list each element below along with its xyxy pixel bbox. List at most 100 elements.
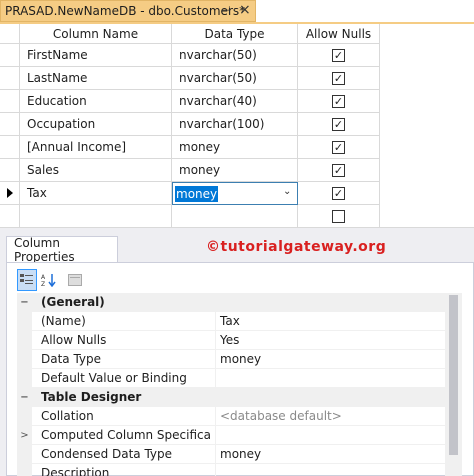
property-name: Table Designer [41, 390, 142, 404]
property-category[interactable]: − Table Designer [17, 388, 445, 407]
property-row[interactable]: Description [17, 464, 445, 476]
table-row[interactable]: LastName nvarchar(50) ✓ [0, 67, 380, 90]
row-selector[interactable] [0, 44, 20, 67]
row-selector[interactable] [0, 113, 20, 136]
property-grid: AZ − (General) (Name) Tax Allow Nulls Yes Data… [6, 262, 474, 476]
row-selector[interactable] [0, 90, 20, 113]
allow-nulls-checkbox[interactable]: ✓ [332, 95, 345, 108]
grid-empty-area [380, 24, 474, 227]
allow-nulls-checkbox[interactable]: ✓ [332, 72, 345, 85]
property-name: Computed Column Specificatio [41, 428, 211, 442]
column-grid: Column Name Data Type Allow Nulls FirstN… [0, 24, 380, 228]
categorized-icon[interactable] [17, 269, 37, 291]
property-gutter [17, 350, 32, 369]
property-gutter [17, 464, 32, 476]
expander-icon[interactable]: − [17, 293, 32, 312]
property-value[interactable]: Tax [215, 312, 445, 331]
property-name: Description [41, 466, 110, 476]
table-row[interactable]: Sales money ✓ [0, 159, 380, 182]
property-pages-icon [65, 269, 85, 291]
expander-icon[interactable]: − [17, 388, 32, 407]
allow-nulls-checkbox[interactable]: ✓ [332, 49, 345, 62]
table-row[interactable]: Occupation nvarchar(100) ✓ [0, 113, 380, 136]
row-selector-header [0, 24, 20, 44]
data-type-cell[interactable]: nvarchar(100) [172, 113, 298, 136]
table-row[interactable]: [Annual Income] money ✓ [0, 136, 380, 159]
property-name: Collation [41, 409, 94, 423]
property-name: Allow Nulls [41, 333, 107, 347]
scrollbar-thumb[interactable] [449, 295, 458, 455]
column-name-cell[interactable]: Occupation [20, 113, 172, 136]
data-type-cell[interactable]: nvarchar(50) [172, 44, 298, 67]
property-value[interactable]: <database default> [215, 407, 445, 426]
column-properties-panel: Column Properties ©tutorialgateway.org A… [0, 228, 474, 476]
row-selector[interactable] [0, 136, 20, 159]
allow-nulls-checkbox[interactable]: ✓ [332, 141, 345, 154]
data-type-cell[interactable]: nvarchar(50) [172, 67, 298, 90]
svg-text:A: A [41, 274, 46, 281]
row-selector[interactable] [0, 205, 20, 228]
column-name-cell[interactable]: FirstName [20, 44, 172, 67]
data-type-header: Data Type [172, 24, 298, 44]
property-value[interactable]: money [215, 350, 445, 369]
property-row[interactable]: (Name) Tax [17, 312, 445, 331]
row-selector[interactable] [0, 67, 20, 90]
table-row[interactable]: FirstName nvarchar(50) ✓ [0, 44, 380, 67]
current-row-arrow-icon [7, 188, 13, 198]
document-tab-strip: PRASAD.NewNameDB - dbo.Customers* ⊣ × [0, 0, 474, 22]
property-row[interactable]: Default Value or Binding [17, 369, 445, 388]
row-selector[interactable] [0, 182, 20, 205]
property-scrollbar[interactable] [445, 293, 462, 476]
allow-nulls-checkbox[interactable]: ✓ [332, 187, 345, 200]
allow-nulls-checkbox[interactable] [332, 210, 345, 223]
data-type-cell[interactable] [172, 205, 298, 228]
column-name-cell[interactable]: Education [20, 90, 172, 113]
property-row[interactable]: Condensed Data Type money [17, 445, 445, 464]
property-value[interactable]: money [215, 445, 445, 464]
allow-nulls-checkbox[interactable]: ✓ [332, 164, 345, 177]
data-type-cell[interactable]: money [172, 136, 298, 159]
property-value[interactable] [215, 464, 445, 476]
property-list: − (General) (Name) Tax Allow Nulls Yes Data Ty… [17, 293, 445, 476]
property-row[interactable]: Allow Nulls Yes [17, 331, 445, 350]
property-value[interactable] [215, 369, 445, 388]
chevron-down-icon[interactable]: ⌄ [283, 186, 291, 197]
property-name: (Name) [41, 314, 86, 328]
data-type-cell[interactable]: nvarchar(40) [172, 90, 298, 113]
allow-nulls-checkbox[interactable]: ✓ [332, 118, 345, 131]
alphabetical-icon[interactable]: AZ [39, 269, 59, 291]
property-gutter [17, 312, 32, 331]
column-name-cell[interactable]: Sales [20, 159, 172, 182]
property-name: Default Value or Binding [41, 371, 187, 385]
property-row[interactable]: > Computed Column Specificatio [17, 426, 445, 445]
property-gutter [17, 331, 32, 350]
column-name-cell[interactable]: LastName [20, 67, 172, 90]
table-row[interactable]: Tax money ⌄ ✓ [0, 182, 380, 205]
data-type-cell[interactable]: money [172, 159, 298, 182]
column-name-header: Column Name [20, 24, 172, 44]
property-value[interactable] [215, 426, 445, 445]
allow-nulls-header: Allow Nulls [298, 24, 380, 44]
table-row[interactable]: Education nvarchar(40) ✓ [0, 90, 380, 113]
pin-icon[interactable]: ⊣ [221, 4, 231, 17]
property-value[interactable]: Yes [215, 331, 445, 350]
row-selector[interactable] [0, 159, 20, 182]
watermark: ©tutorialgateway.org [206, 239, 387, 255]
table-row[interactable] [0, 205, 380, 228]
tab-column-properties[interactable]: Column Properties [6, 236, 118, 264]
column-name-cell[interactable]: Tax [20, 182, 172, 205]
expander-icon[interactable]: > [17, 426, 32, 445]
property-gutter [17, 407, 32, 426]
document-tab[interactable]: PRASAD.NewNameDB - dbo.Customers* ⊣ × [0, 0, 256, 22]
data-type-dropdown[interactable]: money ⌄ [172, 182, 298, 205]
property-row[interactable]: Data Type money [17, 350, 445, 369]
property-name: (General) [41, 295, 105, 309]
close-icon[interactable]: × [239, 2, 251, 18]
column-name-cell[interactable]: [Annual Income] [20, 136, 172, 159]
column-name-cell[interactable] [20, 205, 172, 228]
property-row[interactable]: Collation <database default> [17, 407, 445, 426]
data-type-selected-value: money [175, 186, 219, 202]
svg-text:Z: Z [41, 281, 45, 287]
property-category[interactable]: − (General) [17, 293, 445, 312]
property-gutter [17, 369, 32, 388]
